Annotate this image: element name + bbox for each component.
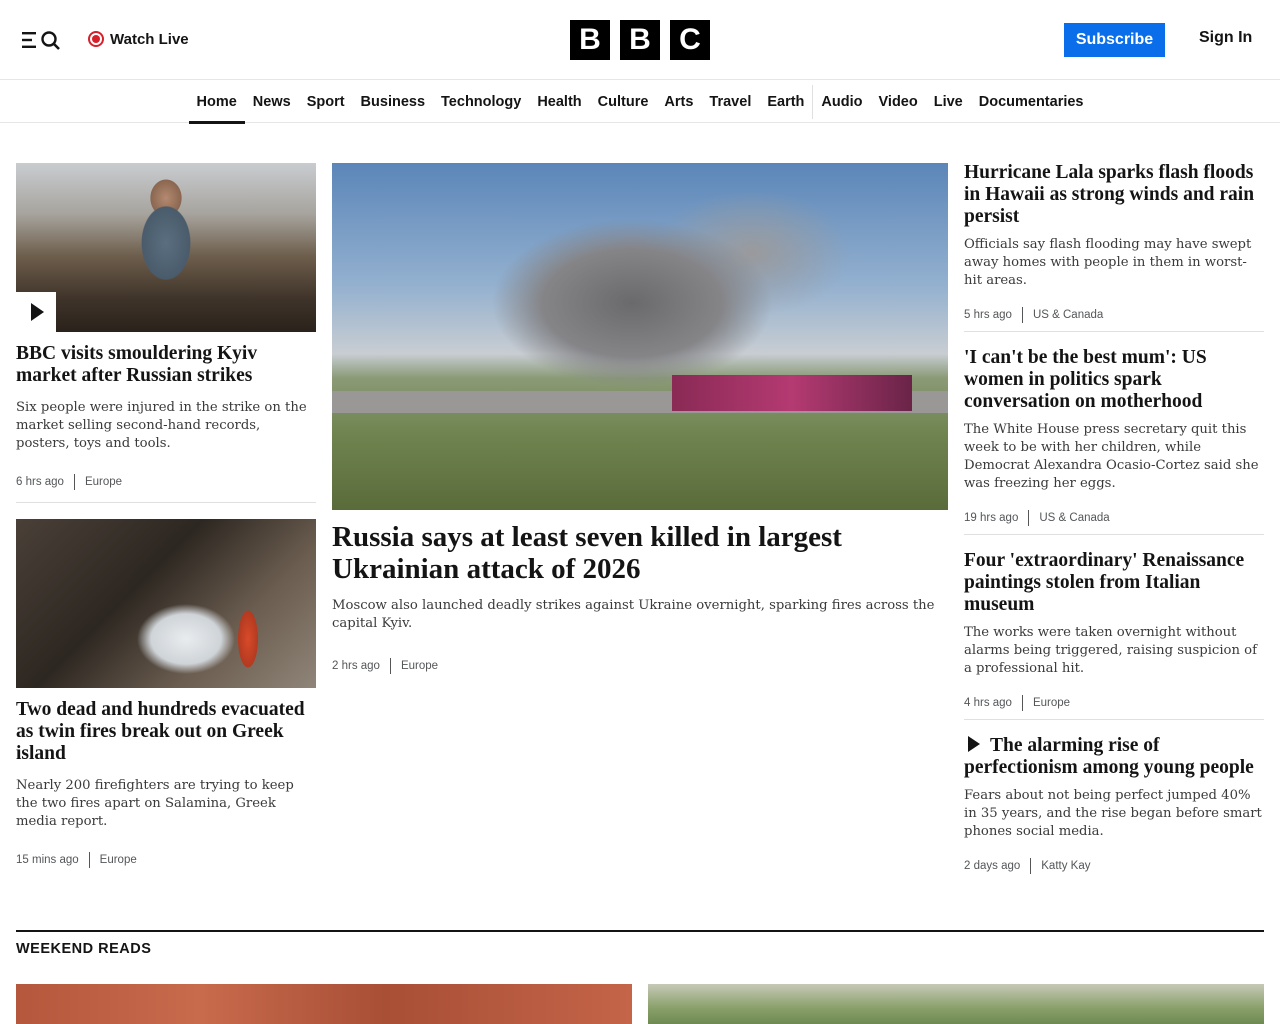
nav-item-sport[interactable]: Sport — [299, 81, 353, 123]
timestamp: 15 mins ago — [16, 854, 79, 866]
watch-live-label: Watch Live — [110, 30, 189, 48]
live-icon — [88, 31, 104, 47]
divider — [964, 719, 1264, 720]
section-tag[interactable]: US & Canada — [1033, 309, 1103, 321]
subscribe-button[interactable]: Subscribe — [1064, 23, 1165, 57]
play-icon — [31, 303, 44, 321]
nav-item-live[interactable]: Live — [926, 81, 971, 123]
mum-summary: The White House press secretary quit thi… — [964, 422, 1259, 491]
section-rule — [16, 930, 1264, 932]
perfectionism-meta: 2 days ago Katty Kay — [964, 858, 1090, 874]
meta-separator — [1030, 858, 1032, 874]
main-meta: 2 hrs ago Europe — [332, 658, 438, 674]
main-navigation: Home News Sport Business Technology Heal… — [0, 81, 1280, 124]
timestamp: 4 hrs ago — [964, 697, 1012, 709]
play-icon — [968, 736, 980, 752]
image-detail — [672, 375, 912, 411]
mum-headline[interactable]: 'I can't be the best mum': US women in p… — [964, 347, 1264, 413]
nav-item-culture[interactable]: Culture — [590, 81, 657, 123]
nav-item-technology[interactable]: Technology — [433, 81, 529, 123]
video-play-button[interactable] — [16, 292, 56, 332]
logo-letter: B — [570, 20, 610, 60]
nav-item-documentaries[interactable]: Documentaries — [971, 81, 1092, 123]
divider — [964, 534, 1264, 535]
perfectionism-headline[interactable]: The alarming rise of perfectionism among… — [964, 735, 1264, 779]
nav-item-arts[interactable]: Arts — [656, 81, 701, 123]
bbc-logo[interactable]: B B C — [570, 20, 710, 60]
weekend-read-image[interactable] — [648, 984, 1264, 1024]
author-tag[interactable]: Katty Kay — [1041, 860, 1090, 872]
paintings-headline[interactable]: Four 'extraordinary' Renaissance paintin… — [964, 550, 1264, 616]
main-headline[interactable]: Russia says at least seven killed in lar… — [332, 521, 948, 585]
section-tag[interactable]: Europe — [1033, 697, 1070, 709]
nav-item-travel[interactable]: Travel — [701, 81, 759, 123]
logo-letter: B — [620, 20, 660, 60]
logo-letter: C — [670, 20, 710, 60]
meta-separator — [1028, 510, 1030, 526]
meta-separator — [1021, 307, 1023, 323]
divider — [964, 331, 1264, 332]
divider — [16, 502, 316, 503]
paintings-meta: 4 hrs ago Europe — [964, 695, 1070, 711]
section-tag[interactable]: Europe — [401, 660, 438, 672]
menu-search-button[interactable] — [22, 29, 62, 51]
greek-summary: Nearly 200 firefighters are trying to ke… — [16, 778, 294, 829]
section-tag[interactable]: Europe — [85, 476, 122, 488]
meta-separator — [389, 658, 391, 674]
menu-search-icon — [22, 31, 60, 50]
nav-item-earth[interactable]: Earth — [759, 81, 812, 123]
greek-fire-image[interactable] — [16, 519, 316, 688]
meta-separator — [88, 852, 90, 868]
hurricane-meta: 5 hrs ago US & Canada — [964, 307, 1103, 323]
nav-item-audio[interactable]: Audio — [813, 81, 870, 123]
weekend-reads-title[interactable]: WEEKEND READS — [16, 941, 151, 957]
sign-in-link[interactable]: Sign In — [1199, 29, 1252, 47]
main-story-image[interactable] — [332, 163, 948, 510]
hurricane-headline[interactable]: Hurricane Lala sparks flash floods in Ha… — [964, 162, 1264, 228]
watch-live-link[interactable]: Watch Live — [88, 28, 189, 50]
timestamp: 5 hrs ago — [964, 309, 1012, 321]
kyiv-summary: Six people were injured in the strike on… — [16, 400, 307, 451]
timestamp: 2 days ago — [964, 860, 1021, 872]
meta-separator — [73, 474, 75, 490]
section-tag[interactable]: US & Canada — [1039, 512, 1109, 524]
kyiv-headline[interactable]: BBC visits smouldering Kyiv market after… — [16, 343, 316, 387]
timestamp: 6 hrs ago — [16, 476, 64, 488]
section-tag[interactable]: Europe — [100, 854, 137, 866]
perfectionism-headline-text: The alarming rise of perfectionism among… — [964, 735, 1254, 778]
greek-headline[interactable]: Two dead and hundreds evacuated as twin … — [16, 699, 316, 765]
nav-item-business[interactable]: Business — [353, 81, 433, 123]
mum-meta: 19 hrs ago US & Canada — [964, 510, 1110, 526]
greek-meta: 15 mins ago Europe — [16, 852, 137, 868]
timestamp: 19 hrs ago — [964, 512, 1019, 524]
meta-separator — [1021, 695, 1023, 711]
nav-item-news[interactable]: News — [245, 81, 299, 123]
perfectionism-summary: Fears about not being perfect jumped 40%… — [964, 788, 1262, 839]
nav-item-video[interactable]: Video — [871, 81, 926, 123]
nav-item-home[interactable]: Home — [188, 81, 246, 124]
nav-item-health[interactable]: Health — [529, 81, 589, 123]
hurricane-summary: Officials say flash flooding may have sw… — [964, 237, 1252, 288]
timestamp: 2 hrs ago — [332, 660, 380, 672]
weekend-read-image[interactable] — [16, 984, 632, 1024]
main-summary: Moscow also launched deadly strikes agai… — [332, 598, 935, 631]
paintings-summary: The works were taken overnight without a… — [964, 625, 1257, 676]
top-header: Watch Live B B C Subscribe Sign In — [0, 0, 1280, 80]
kyiv-meta: 6 hrs ago Europe — [16, 474, 122, 490]
kyiv-market-image[interactable] — [16, 163, 316, 332]
